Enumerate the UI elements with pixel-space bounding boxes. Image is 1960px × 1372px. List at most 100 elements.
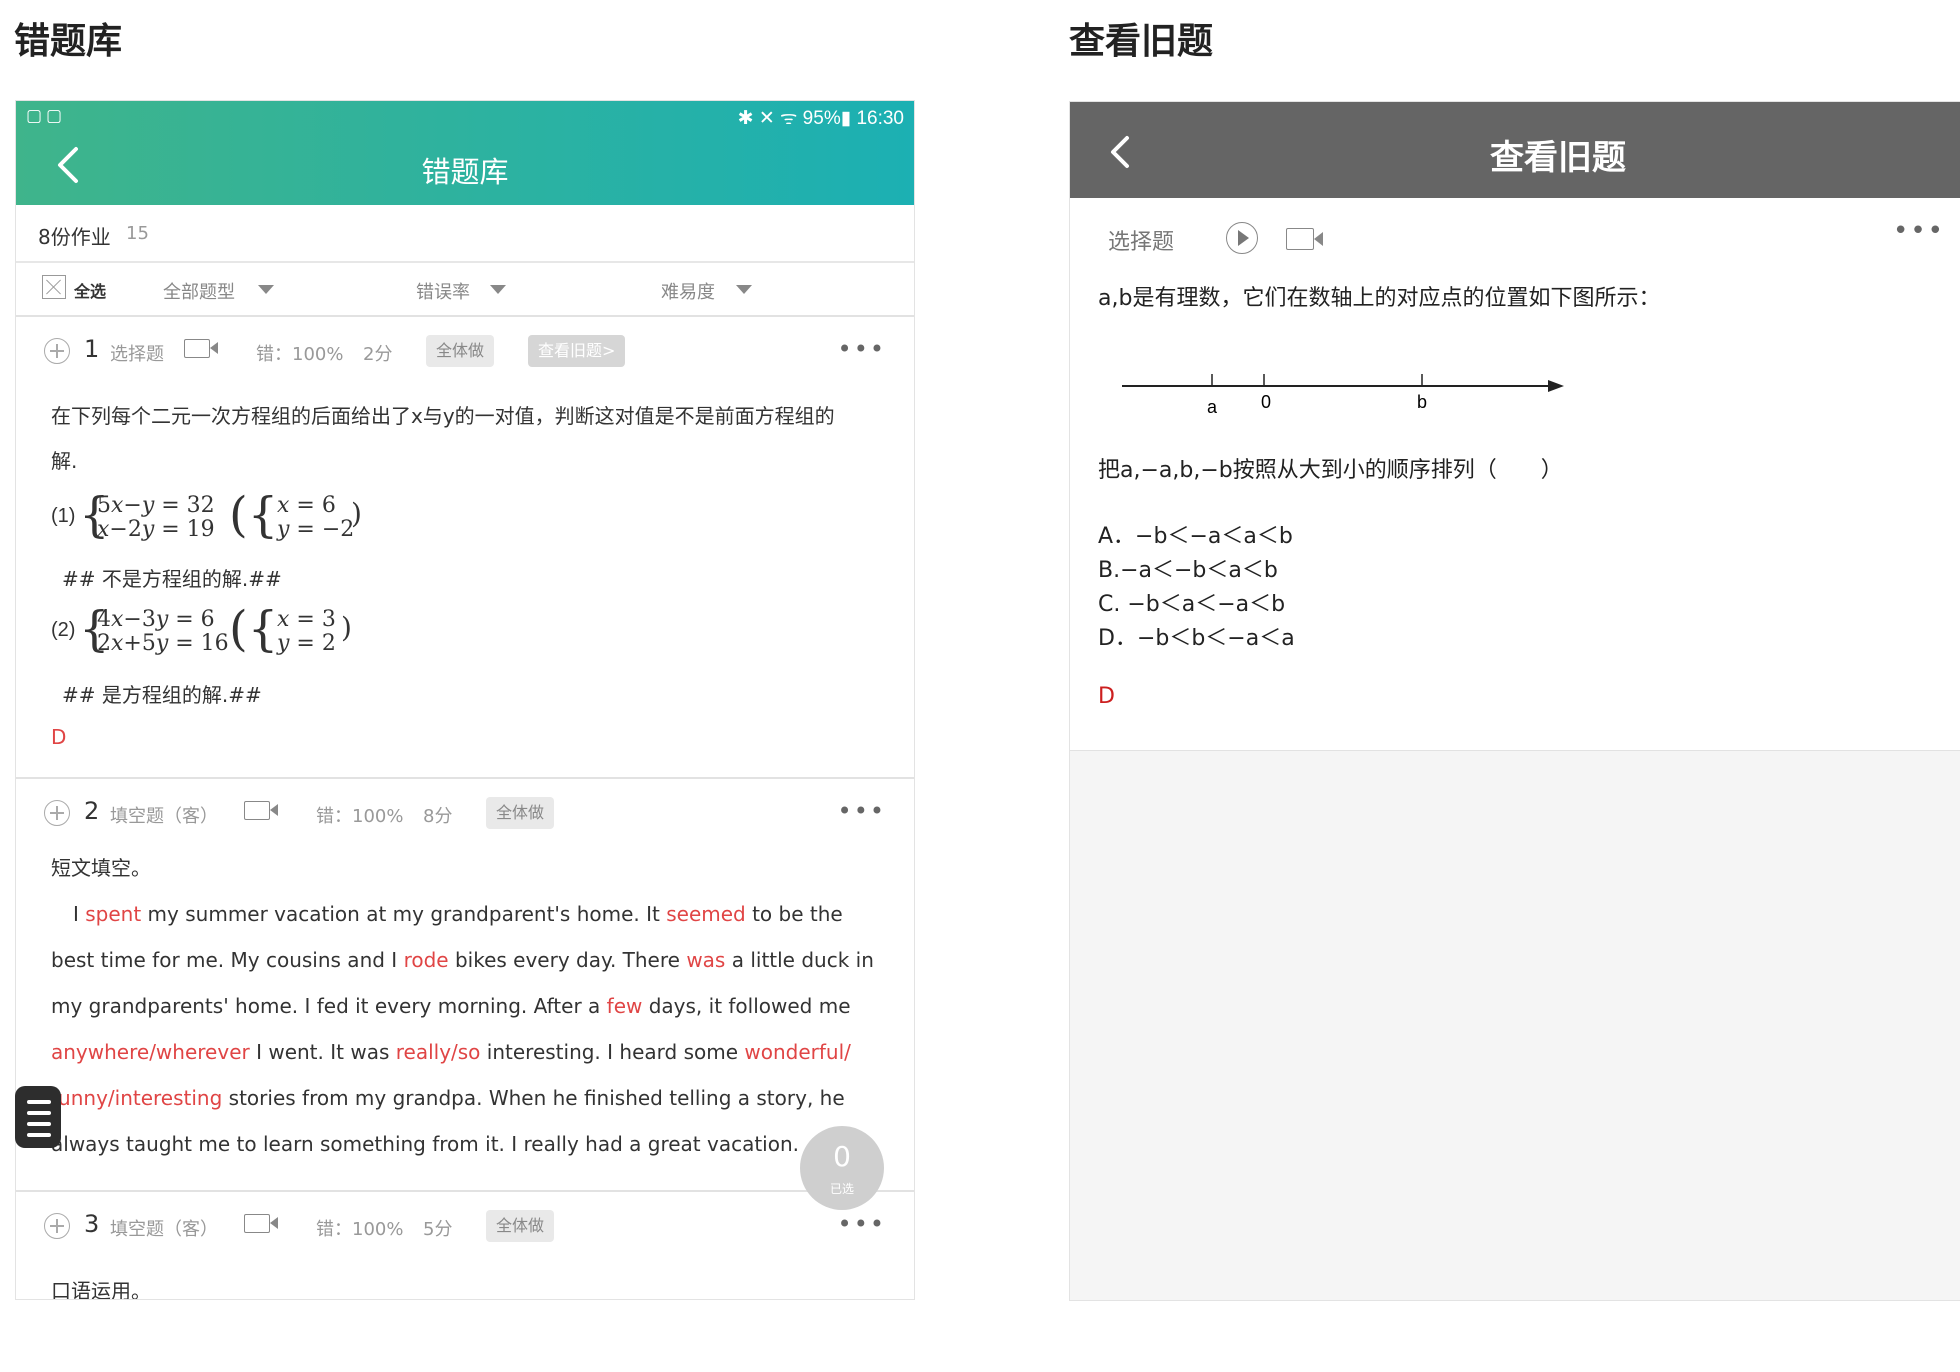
equation-2: 𝑥−2𝑦 = 19 xyxy=(97,517,215,542)
chevron-down-icon[interactable] xyxy=(736,285,752,294)
text: stories from my grandpa. When he finishe… xyxy=(222,1086,845,1110)
question-card-2: 2 填空题（客） 错：100% 8分 全体做 ••• 短文填空。 I spent… xyxy=(16,779,914,1192)
question-number: 1 xyxy=(84,335,100,363)
homework-count: 15 xyxy=(126,223,149,244)
question-points: 5分 xyxy=(423,1219,453,1240)
section-title-right: 查看旧题 xyxy=(1069,21,1214,62)
app-header: ▢▢ ✱ ✕ ᯤ 95%▮ 16:30 错题库 xyxy=(16,101,914,205)
question-points: 2分 xyxy=(363,344,393,365)
class-do-button[interactable]: 全体做 xyxy=(486,1210,555,1242)
view-old-question-button[interactable]: 查看旧题> xyxy=(528,335,626,367)
text: my grandparents' home. I fed it every mo… xyxy=(51,994,607,1018)
filled-blank: rode xyxy=(403,948,449,972)
right-phone-screen: 查看旧题 选择题 ••• a,b是有理数，它们在数轴上的对应点的位置如下图所示：… xyxy=(1069,101,1960,1301)
paren: ) xyxy=(351,497,362,530)
option-d: D．−b＜b＜−a＜a xyxy=(1098,626,1295,651)
question-header: 3 填空题（客） 错：100% 5分 全体做 ••• xyxy=(16,1210,914,1242)
question-type: 选择题 xyxy=(110,344,164,365)
question-type: 选择题 xyxy=(1108,230,1175,255)
more-options-icon[interactable]: ••• xyxy=(838,797,886,825)
more-options-icon[interactable]: ••• xyxy=(838,335,886,363)
filter-type-dropdown[interactable]: 全部题型 xyxy=(163,278,235,304)
question-header: 1 选择题 错：100% 2分 全体做 查看旧题> ••• xyxy=(16,335,914,367)
selected-label: 已选 xyxy=(829,1182,854,1196)
question-stem: a,b是有理数，它们在数轴上的对应点的位置如下图所示： xyxy=(1098,286,1661,311)
filled-blank: spent xyxy=(85,902,142,926)
filled-blank: was xyxy=(686,948,726,972)
class-do-button[interactable]: 全体做 xyxy=(486,797,555,829)
filled-blank: anywhere/wherever xyxy=(51,1040,250,1064)
video-icon[interactable] xyxy=(184,339,218,358)
section-title-left: 错题库 xyxy=(14,21,123,62)
filter-bar: 全选 全部题型 错误率 难易度 xyxy=(16,263,914,317)
add-circle-icon[interactable] xyxy=(44,1213,70,1239)
more-options-icon[interactable]: ••• xyxy=(838,1210,886,1238)
page-title: 错题库 xyxy=(421,155,509,189)
equation-1: 5𝑥−𝑦 = 32 xyxy=(97,493,215,518)
more-options-icon[interactable]: ••• xyxy=(1893,216,1945,246)
passage-title: 短文填空。 xyxy=(51,856,151,880)
text: best time for me. My cousins and I xyxy=(51,948,404,972)
left-phone-screen: ▢▢ ✱ ✕ ᯤ 95%▮ 16:30 错题库 8份作业 15 全选 全部题型 … xyxy=(15,100,915,1300)
passage-line-1: I spent my summer vacation at my grandpa… xyxy=(51,891,843,937)
error-rate: 错：100% xyxy=(316,806,404,827)
question-points: 8分 xyxy=(423,806,453,827)
video-icon[interactable] xyxy=(244,801,278,820)
question-header: 2 填空题（客） 错：100% 8分 全体做 ••• xyxy=(16,797,914,829)
passage-line-6: always taught me to learn something from… xyxy=(51,1132,799,1156)
text: bikes every day. There xyxy=(448,948,687,972)
passage-line-5: funny/interesting stories from my grandp… xyxy=(51,1075,845,1121)
label-zero: 0 xyxy=(1261,392,1271,412)
old-question-content: 选择题 ••• a,b是有理数，它们在数轴上的对应点的位置如下图所示： a 0 … xyxy=(1070,198,1960,751)
question-stem-line2: 解. xyxy=(51,449,78,473)
back-arrow-icon[interactable] xyxy=(1106,134,1136,170)
chevron-down-icon[interactable] xyxy=(258,285,274,294)
text: interesting. I heard some xyxy=(480,1040,745,1064)
error-rate: 错：100% xyxy=(316,1219,404,1240)
label-b: b xyxy=(1417,392,1427,412)
filter-error-rate-dropdown[interactable]: 错误率 xyxy=(416,278,470,304)
page-title: 查看旧题 xyxy=(1490,138,1626,178)
menu-list-icon[interactable] xyxy=(15,1086,61,1148)
passage-line-2: best time for me. My cousins and I rode … xyxy=(51,937,874,983)
system-label: (1) xyxy=(51,505,76,527)
equation-2: 2𝑥+5𝑦 = 16 xyxy=(97,631,229,656)
status-left-icons: ▢▢ xyxy=(26,106,67,126)
question-number: 2 xyxy=(84,797,100,825)
filter-difficulty-dropdown[interactable]: 难易度 xyxy=(661,278,715,304)
value-x: 𝑥 = 6 xyxy=(277,493,336,518)
correct-answer: D xyxy=(51,725,67,749)
play-icon[interactable] xyxy=(1226,222,1258,254)
label-a: a xyxy=(1207,397,1218,417)
passage-line-3: my grandparents' home. I fed it every mo… xyxy=(51,983,851,1029)
option-a: A．−b＜−a＜a＜b xyxy=(1098,524,1293,549)
filled-blank: few xyxy=(606,994,643,1018)
class-do-button[interactable]: 全体做 xyxy=(426,335,495,367)
value-y: 𝑦 = 2 xyxy=(277,631,336,656)
filled-blank: funny/interesting xyxy=(51,1086,223,1110)
text: days, it followed me xyxy=(642,994,851,1018)
homework-label: 8份作业 xyxy=(38,225,111,249)
select-all-label[interactable]: 全选 xyxy=(74,278,106,302)
chevron-down-icon[interactable] xyxy=(490,285,506,294)
old-question-header: 查看旧题 xyxy=(1070,102,1960,198)
video-icon[interactable] xyxy=(244,1214,278,1233)
question-stem: 口语运用。 xyxy=(51,1279,151,1299)
equation-1: 4𝑥−3𝑦 = 6 xyxy=(97,607,215,632)
text: I xyxy=(73,902,86,926)
filled-blank: wonderful/ xyxy=(744,1040,851,1064)
add-circle-icon[interactable] xyxy=(44,800,70,826)
value-y: 𝑦 = −2 xyxy=(277,517,355,542)
question-card-3: 3 填空题（客） 错：100% 5分 全体做 ••• 口语运用。 xyxy=(16,1192,914,1299)
correct-answer: D xyxy=(1098,684,1115,709)
brace: ({ xyxy=(229,601,279,657)
selected-count-button[interactable]: 0 已选 xyxy=(800,1126,884,1210)
option-b: B.−a＜−b＜a＜b xyxy=(1098,558,1278,583)
answer-note-1: ## 不是方程组的解.## xyxy=(62,567,282,591)
status-bar-right: ✱ ✕ ᯤ 95%▮ 16:30 xyxy=(737,108,904,129)
select-all-checkbox[interactable] xyxy=(42,275,66,299)
homework-summary: 8份作业 15 xyxy=(16,205,914,263)
question-type: 填空题（客） xyxy=(110,806,218,827)
video-icon[interactable] xyxy=(1286,228,1323,250)
add-circle-icon[interactable] xyxy=(44,338,70,364)
